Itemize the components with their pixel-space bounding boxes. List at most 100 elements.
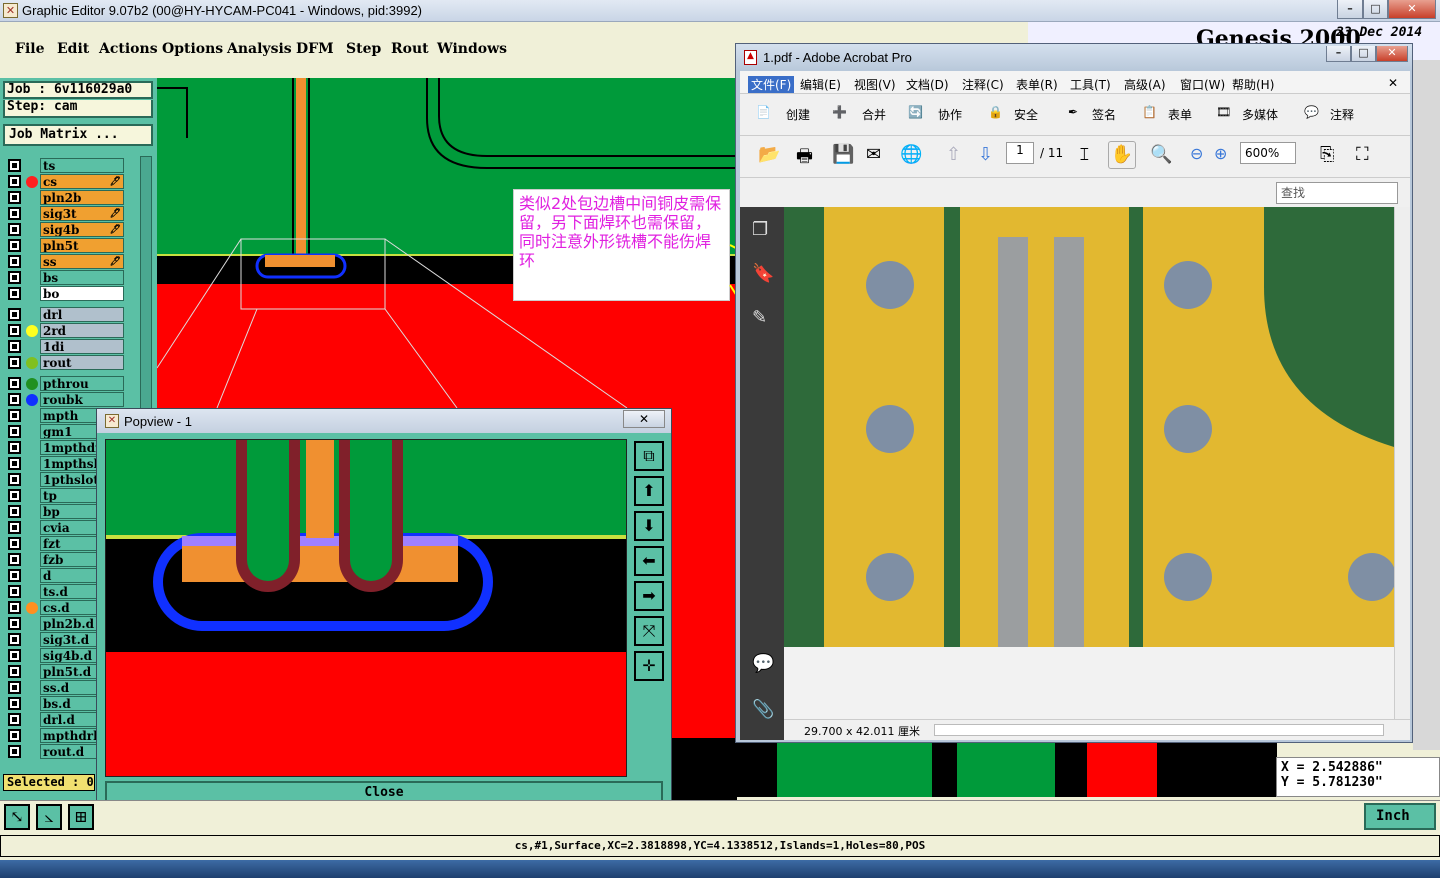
- maximize-button[interactable]: □: [1363, 0, 1388, 19]
- layer-name[interactable]: pthrou: [40, 376, 124, 391]
- layer-checkbox[interactable]: [8, 713, 21, 726]
- layer-checkbox[interactable]: [8, 191, 21, 204]
- bookmarks-icon[interactable]: 🔖: [752, 263, 774, 284]
- layer-checkbox[interactable]: [8, 489, 21, 502]
- layer-checkbox[interactable]: [8, 308, 21, 321]
- zoom-out-icon[interactable]: ⊖: [1190, 144, 1203, 163]
- layer-checkbox[interactable]: [8, 697, 21, 710]
- menu-options[interactable]: Options: [162, 41, 223, 57]
- popview-pan-left-icon[interactable]: ⬅: [634, 546, 664, 576]
- popview-zoom-icon[interactable]: ⧉: [634, 441, 664, 471]
- layer-checkbox[interactable]: [8, 745, 21, 758]
- acrobat-menu-item[interactable]: 高级(A): [1124, 76, 1166, 93]
- pointer-mode-icon[interactable]: ⤡: [4, 804, 30, 830]
- acrobat-menu-item[interactable]: 工具(T): [1070, 76, 1111, 93]
- menu-edit[interactable]: Edit: [57, 41, 89, 57]
- page-number-input[interactable]: 1: [1006, 142, 1034, 164]
- sign-icon[interactable]: ✒: [1068, 105, 1078, 119]
- hand-tool-icon[interactable]: ✋: [1108, 141, 1136, 169]
- layer-checkbox[interactable]: [8, 356, 21, 369]
- layer-checkbox[interactable]: [8, 175, 21, 188]
- layer-checkbox[interactable]: [8, 505, 21, 518]
- acrobat-menu-item[interactable]: 视图(V): [854, 76, 896, 93]
- menu-actions[interactable]: Actions: [99, 41, 158, 57]
- menu-step[interactable]: Step: [346, 41, 381, 57]
- layer-checkbox[interactable]: [8, 377, 21, 390]
- layer-row[interactable]: roubk: [6, 392, 124, 407]
- layer-checkbox[interactable]: [8, 473, 21, 486]
- layer-name[interactable]: ts: [40, 158, 124, 173]
- email-icon[interactable]: ✉: [866, 144, 881, 165]
- acrobat-menu-item[interactable]: 文件(F): [748, 76, 795, 93]
- layer-checkbox[interactable]: [8, 617, 21, 630]
- multimedia-icon[interactable]: 🎞: [1216, 105, 1231, 119]
- layer-row[interactable]: pln5t: [6, 238, 124, 253]
- multimedia-label[interactable]: 多媒体: [1242, 106, 1278, 123]
- fit-page-icon[interactable]: ⎘: [1320, 144, 1334, 165]
- pages-panel-icon[interactable]: ❐: [752, 219, 768, 240]
- forms-icon[interactable]: 📋: [1142, 105, 1157, 119]
- acrobat-menu-item[interactable]: 编辑(E): [800, 76, 841, 93]
- select-text-icon[interactable]: 𝙸: [1078, 144, 1091, 165]
- pdf-horizontal-scrollbar[interactable]: [934, 724, 1384, 736]
- layer-name[interactable]: sig3t 🖊: [40, 206, 124, 221]
- pdf-document-view[interactable]: [784, 207, 1394, 719]
- comments-panel-icon[interactable]: 💬: [752, 653, 774, 674]
- layer-name[interactable]: drl: [40, 307, 124, 322]
- signatures-icon[interactable]: ✎: [752, 307, 767, 328]
- attachments-icon[interactable]: 📎: [752, 699, 774, 720]
- upload-icon[interactable]: 🌐: [900, 144, 922, 165]
- layer-checkbox[interactable]: [8, 271, 21, 284]
- layer-checkbox[interactable]: [8, 324, 21, 337]
- layer-checkbox[interactable]: [8, 287, 21, 300]
- unit-selector[interactable]: Inch: [1364, 803, 1436, 830]
- layer-row[interactable]: pthrou: [6, 376, 124, 391]
- layer-row[interactable]: ts: [6, 158, 124, 173]
- layer-row[interactable]: bo: [6, 286, 124, 301]
- layer-name[interactable]: roubk: [40, 392, 124, 407]
- menu-windows[interactable]: Windows: [437, 41, 507, 57]
- popview-zoom-in-icon[interactable]: ✛: [634, 651, 664, 681]
- layer-checkbox[interactable]: [8, 569, 21, 582]
- pdf-vertical-scrollbar[interactable]: [1394, 207, 1410, 719]
- layer-name[interactable]: cs 🖊: [40, 174, 124, 189]
- measure-mode-icon[interactable]: ⦣: [36, 804, 62, 830]
- layer-checkbox[interactable]: [8, 601, 21, 614]
- layer-checkbox[interactable]: [8, 537, 21, 550]
- layer-row[interactable]: sig3t 🖊: [6, 206, 124, 221]
- menu-file[interactable]: File: [15, 41, 44, 57]
- combine-label[interactable]: 合并: [862, 106, 886, 123]
- layer-checkbox[interactable]: [8, 223, 21, 236]
- minimize-button[interactable]: –: [1337, 0, 1363, 19]
- job-matrix-button[interactable]: Job Matrix ...: [3, 124, 153, 146]
- layer-row[interactable]: bs: [6, 270, 124, 285]
- layer-checkbox[interactable]: [8, 633, 21, 646]
- acrobat-menu-item[interactable]: 文档(D): [906, 76, 949, 93]
- layer-checkbox[interactable]: [8, 665, 21, 678]
- layer-checkbox[interactable]: [8, 681, 21, 694]
- layer-name[interactable]: sig4b 🖊: [40, 222, 124, 237]
- layer-row[interactable]: 1di: [6, 339, 124, 354]
- popview-pan-right-icon[interactable]: ➡: [634, 581, 664, 611]
- layer-checkbox[interactable]: [8, 441, 21, 454]
- zoom-in-icon[interactable]: ⊕: [1214, 144, 1227, 163]
- layer-row[interactable]: sig4b 🖊: [6, 222, 124, 237]
- layer-name[interactable]: rout: [40, 355, 124, 370]
- layer-checkbox[interactable]: [8, 553, 21, 566]
- marquee-zoom-icon[interactable]: 🔍: [1150, 144, 1172, 165]
- save-icon[interactable]: 💾: [832, 144, 854, 165]
- security-icon[interactable]: 🔒: [988, 105, 1003, 119]
- security-label[interactable]: 安全: [1014, 106, 1038, 123]
- comment-label[interactable]: 注释: [1330, 106, 1354, 123]
- combine-icon[interactable]: ➕: [832, 105, 847, 119]
- layer-name[interactable]: pln5t: [40, 238, 124, 253]
- acrobat-menu-item[interactable]: 注释(C): [962, 76, 1004, 93]
- acrobat-close-icon[interactable]: ✕: [1376, 46, 1408, 62]
- forms-label[interactable]: 表单: [1168, 106, 1192, 123]
- layer-name[interactable]: 2rd: [40, 323, 124, 338]
- layer-checkbox[interactable]: [8, 521, 21, 534]
- layer-checkbox[interactable]: [8, 585, 21, 598]
- layer-checkbox[interactable]: [8, 255, 21, 268]
- create-tool[interactable]: 📄: [756, 105, 771, 119]
- layer-checkbox[interactable]: [8, 340, 21, 353]
